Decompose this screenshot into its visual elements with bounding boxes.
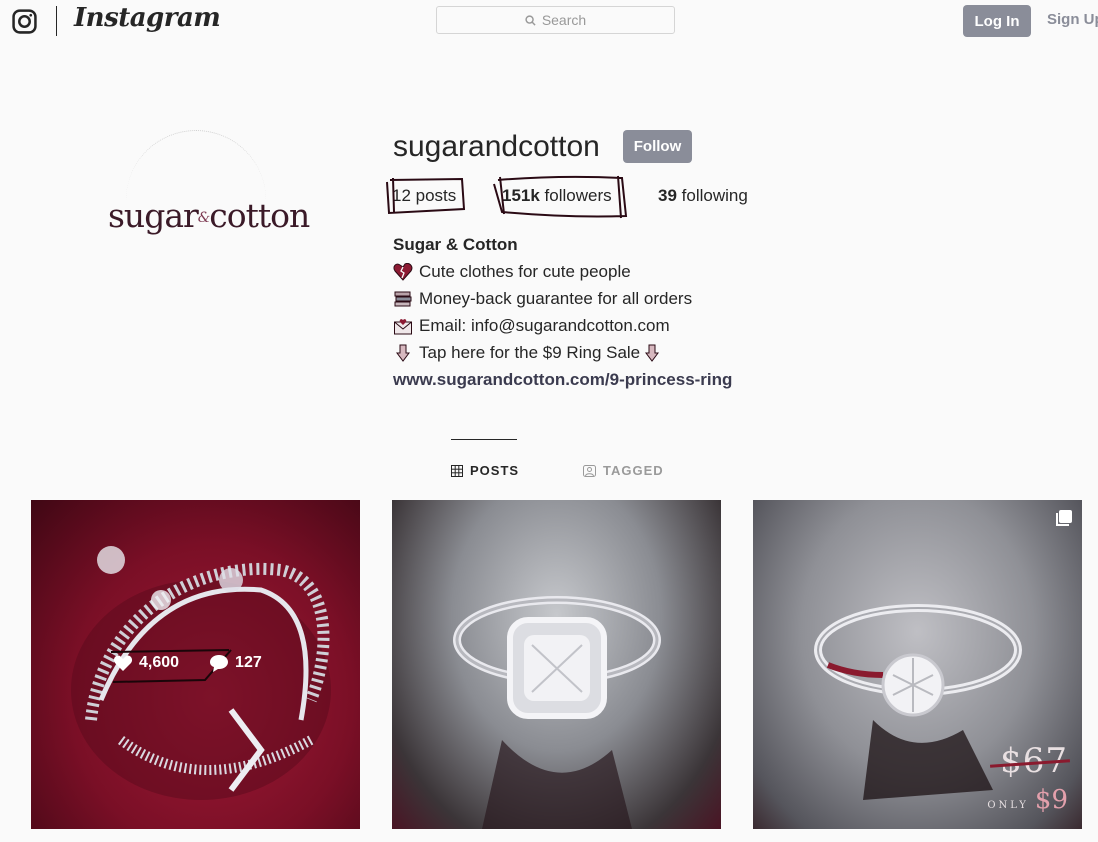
bio-name: Sugar & Cotton bbox=[393, 234, 518, 254]
comments-count: 127 bbox=[235, 654, 262, 671]
search-input[interactable]: Search bbox=[436, 6, 675, 34]
posts-count: 12 bbox=[392, 186, 411, 205]
post-thumbnail-1[interactable]: 4,600 127 bbox=[31, 500, 360, 829]
posts-label: posts bbox=[410, 186, 457, 205]
bio-line-3: Email: info@sugarandcotton.com bbox=[393, 312, 732, 339]
avatar-logo-word-left: sugar bbox=[108, 196, 199, 235]
following-stat[interactable]: 39 following bbox=[658, 186, 748, 206]
profile-username: sugarandcotton bbox=[393, 130, 600, 163]
logo-divider bbox=[56, 6, 57, 36]
bio-website-link[interactable]: www.sugarandcotton.com/9-princess-ring bbox=[393, 366, 732, 393]
bio-line-4-text: Tap here for the $9 Ring Sale bbox=[419, 342, 641, 362]
envelope-heart-icon bbox=[394, 318, 412, 334]
likes-stat: 4,600 bbox=[113, 654, 179, 672]
following-count: 39 bbox=[658, 186, 677, 205]
sale-price-value: $9 bbox=[1034, 785, 1068, 815]
broken-heart-icon bbox=[393, 262, 413, 281]
tab-tagged[interactable]: TAGGED bbox=[583, 463, 664, 478]
heart-icon bbox=[113, 655, 133, 671]
tab-tagged-label: TAGGED bbox=[603, 463, 664, 478]
following-label: following bbox=[676, 186, 748, 205]
pointing-down-icon bbox=[396, 344, 410, 362]
avatar-logo-ampersand: & bbox=[197, 210, 211, 226]
top-navigation-bar: Instagram Search Log In Sign Up bbox=[0, 0, 1098, 44]
instagram-camera-icon[interactable] bbox=[12, 9, 37, 34]
books-icon bbox=[394, 291, 412, 306]
grid-icon bbox=[451, 464, 463, 477]
followers-stat[interactable]: 151k followers bbox=[502, 186, 612, 206]
pointing-down-icon bbox=[645, 344, 660, 362]
comment-bubble-icon bbox=[210, 655, 229, 672]
tab-posts[interactable]: POSTS bbox=[451, 463, 519, 478]
avatar-logo-word-right: cotton bbox=[209, 196, 310, 235]
instagram-wordmark[interactable]: Instagram bbox=[74, 3, 221, 33]
post-thumbnail-2[interactable] bbox=[392, 500, 721, 829]
search-placeholder: Search bbox=[541, 12, 587, 28]
halo-ring-image bbox=[453, 596, 661, 829]
bio-line-1-text: Cute clothes for cute people bbox=[419, 261, 631, 281]
likes-count: 4,600 bbox=[139, 654, 180, 671]
profile-avatar: sugar&cotton bbox=[108, 130, 310, 270]
bio-line-3-text: Email: info@sugarandcotton.com bbox=[419, 315, 670, 335]
bio-line-2-text: Money-back guarantee for all orders bbox=[419, 288, 693, 308]
signup-link[interactable]: Sign Up bbox=[1047, 11, 1098, 28]
post-hover-stats: 4,600 127 bbox=[113, 654, 262, 672]
bio-line-2: Money-back guarantee for all orders bbox=[393, 285, 732, 312]
tagged-person-icon bbox=[583, 464, 596, 477]
login-button[interactable]: Log In bbox=[963, 5, 1031, 37]
followers-count: 151k bbox=[502, 186, 540, 205]
posts-count-stat: 12 posts bbox=[392, 186, 456, 206]
followers-label: followers bbox=[539, 186, 612, 205]
sale-price-only-label: ONLY bbox=[987, 800, 1029, 811]
bio-line-4[interactable]: Tap here for the $9 Ring Sale bbox=[393, 339, 732, 366]
profile-bio: Sugar & Cotton Cute clothes for cute peo… bbox=[393, 231, 732, 393]
follow-button[interactable]: Follow bbox=[623, 130, 692, 163]
comments-stat: 127 bbox=[209, 654, 262, 672]
search-icon bbox=[525, 14, 536, 26]
post-thumbnail-3[interactable]: $67 ONLY $9 bbox=[753, 500, 1082, 829]
bio-line-1: Cute clothes for cute people bbox=[393, 258, 732, 285]
active-tab-indicator bbox=[451, 439, 517, 440]
avatar-ring bbox=[126, 130, 266, 201]
tab-posts-label: POSTS bbox=[470, 463, 520, 478]
sale-price: ONLY $9 bbox=[987, 785, 1068, 815]
multiple-images-icon bbox=[1056, 510, 1072, 526]
avatar-logo-text: sugar&cotton bbox=[108, 196, 310, 235]
